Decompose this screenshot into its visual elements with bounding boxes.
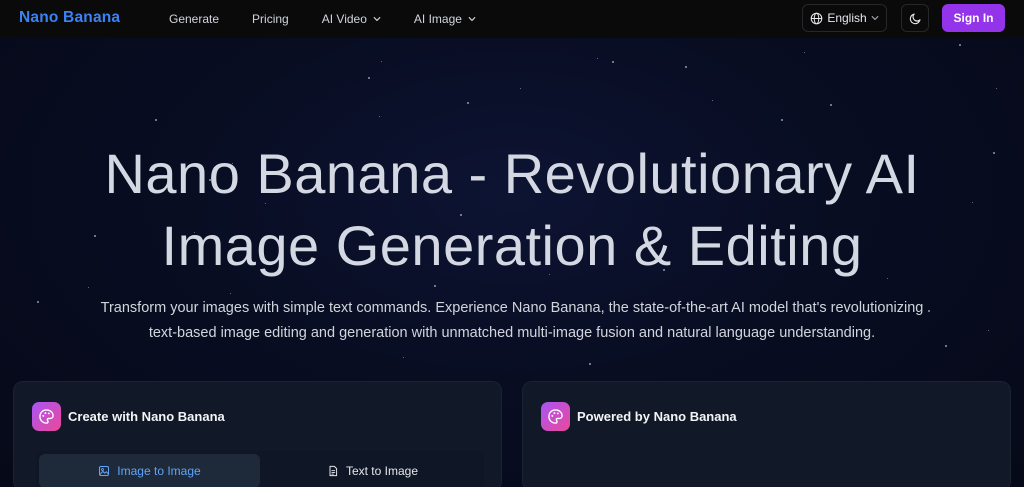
nav-link-label: Generate <box>169 12 220 26</box>
language-label: English <box>827 11 867 25</box>
hero-title-line-1: Nano Banana - Revolutionary AI <box>104 142 920 205</box>
hero-subtitle-line-1: Transform your images with simple text c… <box>100 300 924 316</box>
brand-logo[interactable]: Nano Banana <box>19 9 120 27</box>
image-icon <box>99 465 110 477</box>
powered-card: Powered by Nano Banana <box>522 381 1011 487</box>
hero-title: Nano Banana - Revolutionary AI Image Gen… <box>0 138 1024 282</box>
hero-title-line-2: Image Generation & Editing <box>161 214 863 277</box>
language-selector[interactable]: English <box>802 4 887 32</box>
create-card: Create with Nano Banana Image to Image T… <box>13 381 502 487</box>
hero-subtitle: Transform your images with simple text c… <box>92 296 932 346</box>
nav-links: Generate Pricing AI Video AI Image <box>169 0 509 38</box>
tab-label: Text to Image <box>345 464 419 478</box>
create-card-header: Create with Nano Banana <box>32 402 225 431</box>
globe-icon <box>811 12 823 24</box>
palette-icon <box>541 402 570 431</box>
nav-link-pricing[interactable]: Pricing <box>252 12 289 26</box>
create-card-title: Create with Nano Banana <box>68 409 225 424</box>
nav-link-ai-image[interactable]: AI Image <box>414 12 476 26</box>
chevron-down-icon <box>373 17 381 21</box>
nav-link-generate[interactable]: Generate <box>169 12 219 26</box>
tab-label: Image to Image <box>117 464 201 478</box>
powered-card-title: Powered by Nano Banana <box>577 409 737 424</box>
palette-icon <box>32 402 61 431</box>
powered-card-header: Powered by Nano Banana <box>541 402 737 431</box>
theme-toggle-button[interactable] <box>901 4 929 32</box>
nav-link-label: AI Video <box>321 12 367 26</box>
mode-tabs: Image to Image Text to Image <box>36 451 484 487</box>
nav-link-label: Pricing <box>252 12 289 26</box>
document-icon <box>329 465 338 477</box>
tab-text-to-image[interactable]: Text to Image <box>262 454 483 487</box>
chevron-down-icon <box>871 16 879 20</box>
top-navbar: Nano Banana Generate Pricing AI Video AI… <box>0 0 1024 38</box>
moon-icon <box>909 12 921 24</box>
chevron-down-icon <box>468 17 476 21</box>
page: Nano Banana Generate Pricing AI Video AI… <box>0 0 1024 487</box>
nav-link-ai-video[interactable]: AI Video <box>322 12 381 26</box>
hero-subtitle-line-2: text-based image editing and generation … <box>148 325 876 341</box>
tab-image-to-image[interactable]: Image to Image <box>39 454 260 487</box>
sign-in-button[interactable]: Sign In <box>942 4 1005 32</box>
nav-link-label: AI Image <box>413 12 462 26</box>
